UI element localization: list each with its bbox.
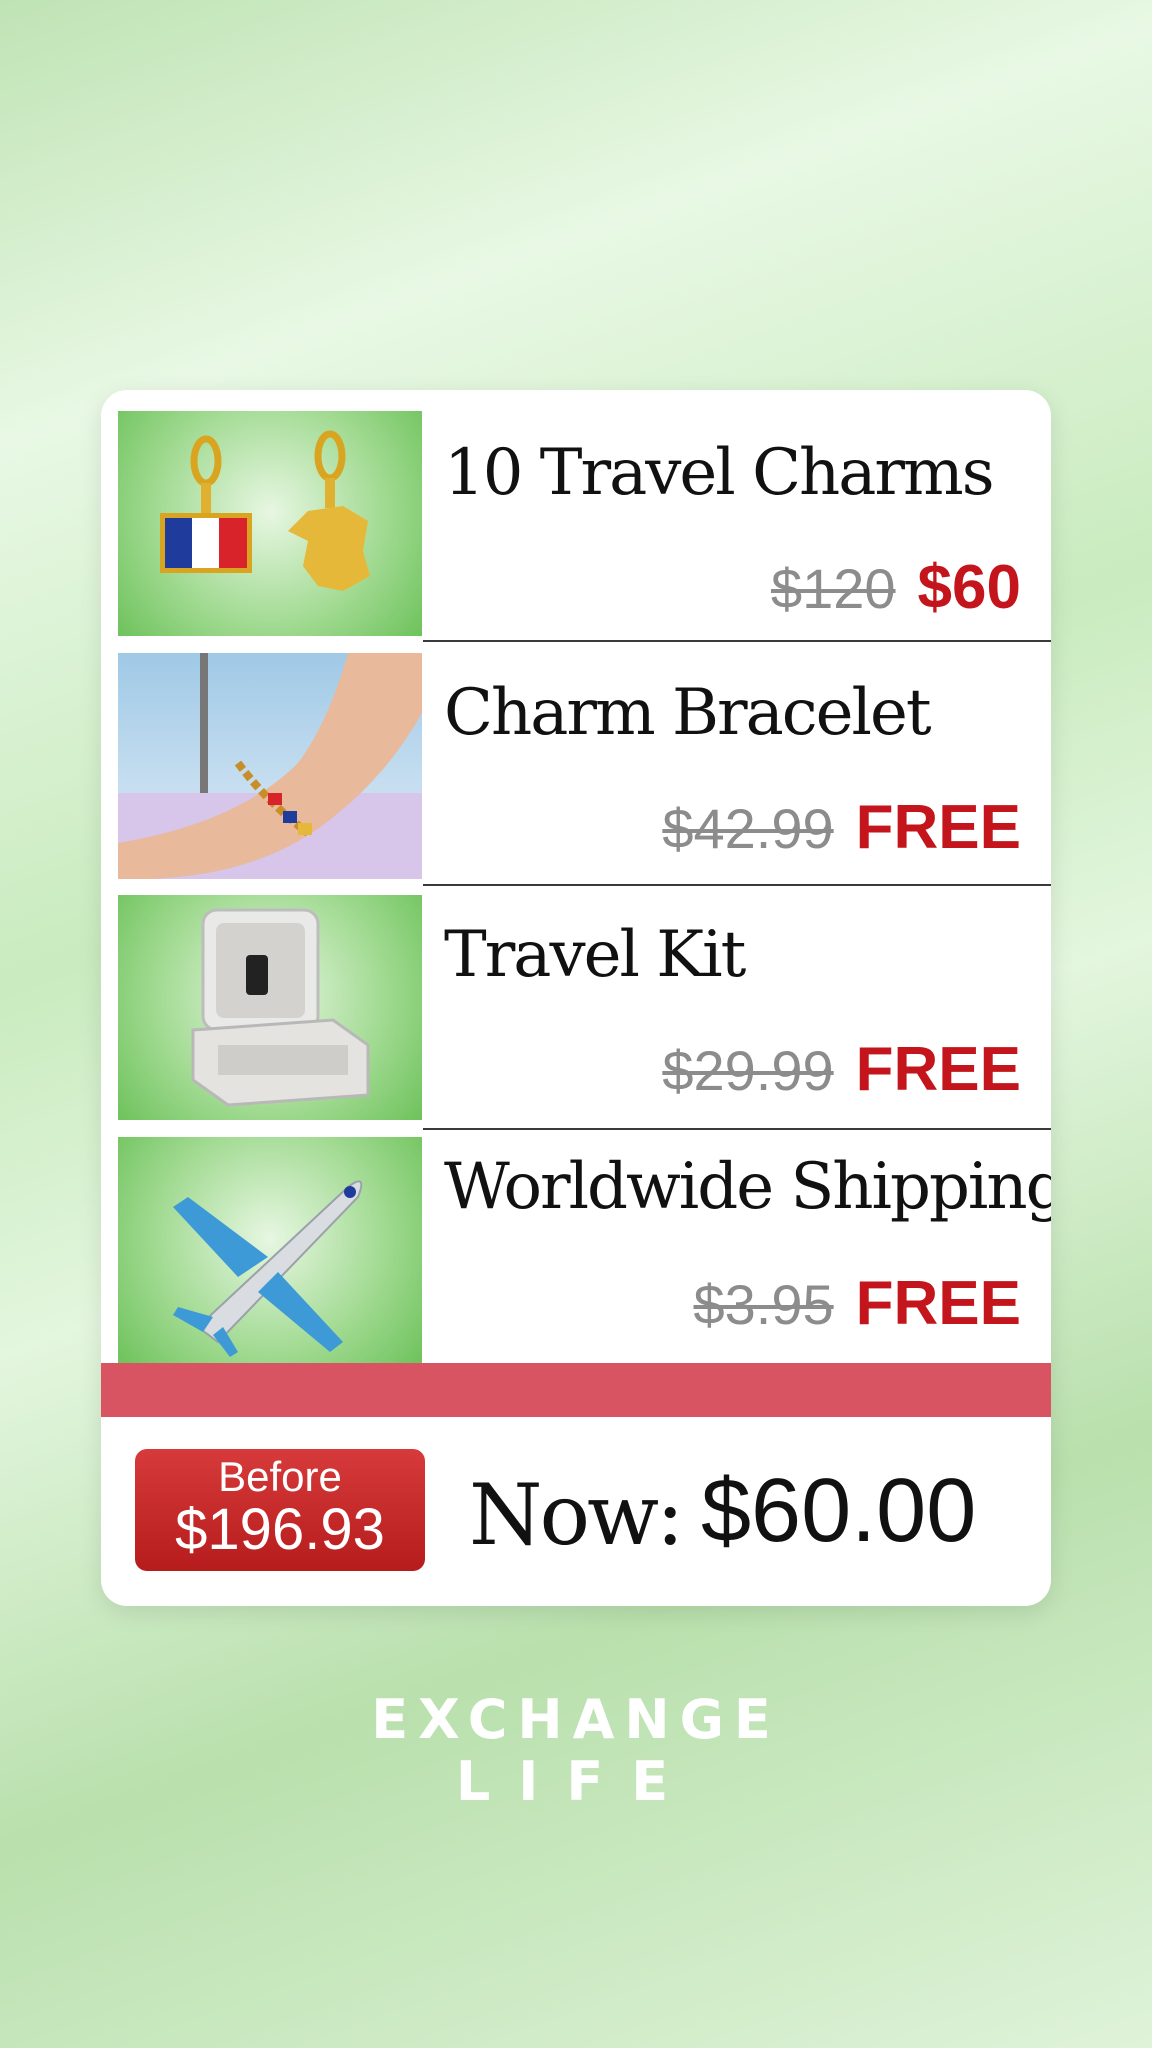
new-price: FREE: [855, 1269, 1021, 1338]
new-price: FREE: [855, 1035, 1021, 1104]
old-price: $29.99: [662, 1039, 834, 1102]
price-group: $3.95 FREE: [694, 1268, 1022, 1339]
travel-kit-image: [118, 895, 422, 1120]
item-row-charms: 10 Travel Charms $120 $60: [101, 390, 1051, 642]
before-label: Before: [218, 1453, 342, 1500]
france-charm-icon: [288, 430, 370, 591]
airplane-icon: [173, 1180, 363, 1357]
jewelry-case-icon: [191, 908, 370, 1107]
price-group: $120 $60: [771, 552, 1021, 623]
item-name: 10 Travel Charms: [444, 436, 995, 510]
separator-bar: [101, 1363, 1051, 1417]
now-label: Now:: [469, 1466, 684, 1564]
item-name: Worldwide Shipping: [444, 1150, 1051, 1224]
brand-logo-line1: EXCHANGE: [371, 1688, 781, 1751]
shipping-image: [118, 1137, 422, 1363]
old-price: $120: [770, 557, 896, 620]
new-price: FREE: [855, 793, 1021, 862]
offer-card: 10 Travel Charms $120 $60 Charm Bracelet…: [101, 390, 1051, 1606]
row-divider: [423, 884, 1051, 886]
flag-charm-icon: [160, 435, 252, 573]
row-divider: [423, 1128, 1051, 1130]
old-price: $3.95: [693, 1273, 834, 1336]
price-group: $29.99 FREE: [662, 1034, 1021, 1105]
item-name: Charm Bracelet: [444, 676, 932, 750]
before-price-badge: Before $196.93: [135, 1449, 425, 1571]
old-price: $42.99: [662, 797, 834, 860]
now-price: $60.00: [701, 1461, 977, 1561]
before-value: $196.93: [175, 1497, 385, 1562]
new-price: $60: [917, 553, 1021, 622]
price-group: $42.99 FREE: [662, 792, 1021, 863]
row-divider: [423, 640, 1051, 642]
bracelet-image: [118, 653, 422, 879]
item-name: Travel Kit: [444, 918, 746, 992]
brand-logo-line2: LIFE: [455, 1750, 697, 1813]
charms-image: [118, 411, 422, 636]
